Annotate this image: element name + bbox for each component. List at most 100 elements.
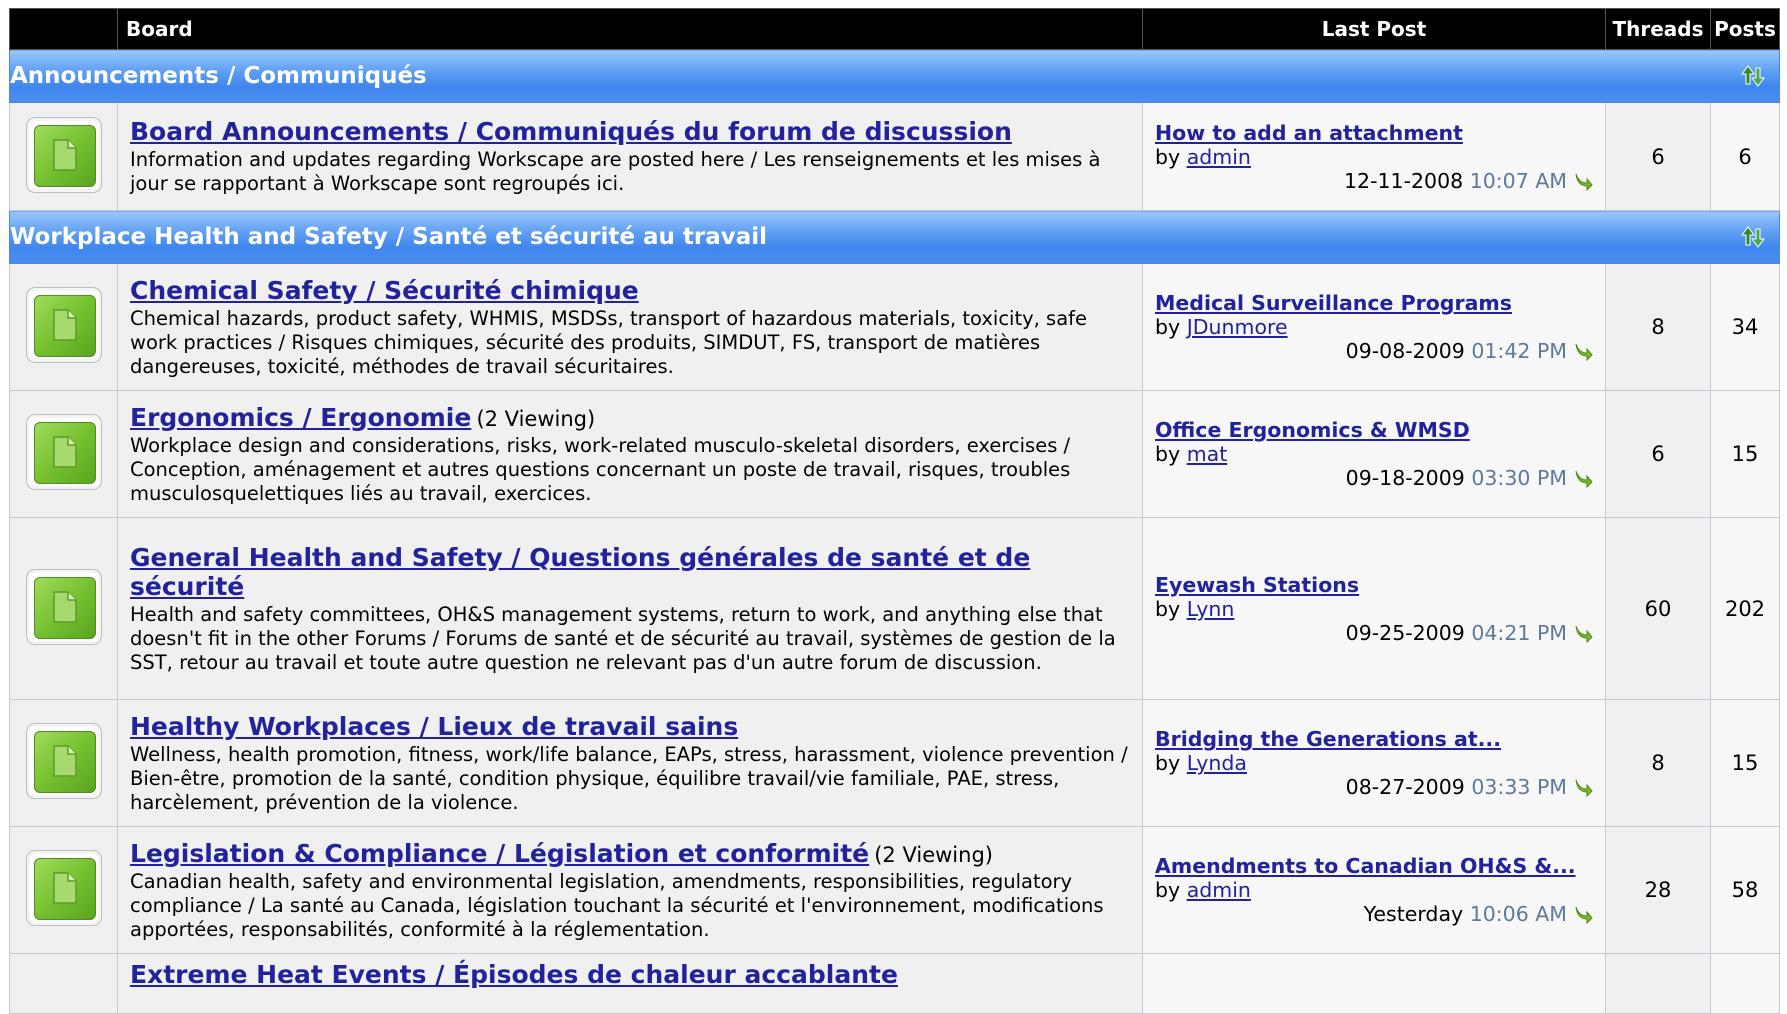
board-title-link[interactable]: Legislation & Compliance / Législation e…	[130, 839, 869, 868]
header-row: Board Last Post Threads Posts	[9, 8, 1780, 50]
category-title[interactable]: Announcements / Communiqués	[10, 63, 427, 89]
viewing-count: (2 Viewing)	[874, 842, 993, 867]
go-to-last-post-icon[interactable]	[1573, 171, 1593, 191]
last-post-cell: Medical Surveillance Programs by JDunmor…	[1142, 263, 1606, 391]
last-post-title-link[interactable]: Medical Surveillance Programs	[1155, 291, 1593, 315]
collapse-icon[interactable]	[1739, 62, 1767, 90]
header-threads: Threads	[1605, 8, 1711, 50]
last-post-by: by Lynn	[1155, 597, 1593, 621]
last-post-title-link[interactable]: How to add an attachment	[1155, 121, 1593, 145]
posts-count: 202	[1710, 517, 1780, 700]
board-status-icon	[25, 723, 102, 799]
board-title-link[interactable]: Board Announcements / Communiqués du for…	[130, 117, 1012, 146]
go-to-last-post-icon[interactable]	[1573, 468, 1593, 488]
last-post-cell: Bridging the Generations at... by Lynda …	[1142, 699, 1606, 827]
posts-count: 58	[1710, 826, 1780, 954]
go-to-last-post-icon[interactable]	[1573, 623, 1593, 643]
forum-table: Board Last Post Threads Posts Announceme…	[9, 8, 1780, 1014]
by-label: by	[1155, 144, 1181, 169]
board-description: Canadian health, safety and environmenta…	[130, 869, 1104, 941]
last-post-time: 04:21 PM	[1471, 620, 1567, 645]
header-icon-col	[9, 8, 118, 50]
board-info: Healthy Workplaces / Lieux de travail sa…	[117, 699, 1143, 827]
go-to-last-post-icon[interactable]	[1573, 341, 1593, 361]
board-info: General Health and Safety / Questions gé…	[117, 517, 1143, 700]
last-post-time: 10:07 AM	[1469, 168, 1567, 193]
last-post-time: 10:06 AM	[1469, 902, 1567, 926]
board-status-icon	[25, 116, 102, 193]
forum-frame: Board Last Post Threads Posts Announceme…	[9, 8, 1780, 1014]
threads-count: 8	[1605, 699, 1711, 827]
board-info: Extreme Heat Events / Épisodes de chaleu…	[117, 953, 1143, 1014]
go-to-last-post-icon[interactable]	[1573, 904, 1593, 924]
board-row: Healthy Workplaces / Lieux de travail sa…	[9, 699, 1780, 827]
board-title-link[interactable]: General Health and Safety / Questions gé…	[130, 543, 1030, 601]
last-post-by: by Lynda	[1155, 751, 1593, 775]
board-row: Extreme Heat Events / Épisodes de chaleu…	[9, 953, 1780, 1014]
last-post-cell: Amendments to Canadian OH&S &... by admi…	[1142, 826, 1606, 954]
board-info: Legislation & Compliance / Législation e…	[117, 826, 1143, 954]
last-post-user-link[interactable]: Lynda	[1187, 751, 1247, 775]
threads-count: 8	[1605, 263, 1711, 391]
last-post-date: 12-11-2008 10:07 AM	[1155, 169, 1593, 193]
category-row: Announcements / Communiqués	[9, 49, 1780, 103]
last-post-date: 09-08-2009 01:42 PM	[1155, 339, 1593, 363]
last-post-title-link[interactable]: Bridging the Generations at...	[1155, 727, 1593, 751]
go-to-last-post-icon[interactable]	[1573, 777, 1593, 797]
last-post-user-link[interactable]: admin	[1187, 145, 1251, 169]
last-post-date-text: 09-18-2009	[1345, 466, 1465, 490]
board-status-cell	[9, 263, 118, 391]
last-post-date-text: 12-11-2008	[1344, 168, 1464, 193]
posts-count	[1710, 953, 1780, 1014]
posts-count: 15	[1710, 699, 1780, 827]
last-post-user-link[interactable]: mat	[1187, 442, 1228, 466]
last-post-cell: Office Ergonomics & WMSD by mat 09-18-20…	[1142, 390, 1606, 518]
threads-count: 60	[1605, 517, 1711, 700]
threads-count: 28	[1605, 826, 1711, 954]
threads-count	[1605, 953, 1711, 1014]
last-post-user-link[interactable]: Lynn	[1187, 597, 1235, 621]
board-title-link[interactable]: Ergonomics / Ergonomie	[130, 403, 471, 432]
posts-count: 15	[1710, 390, 1780, 518]
last-post-time: 03:30 PM	[1471, 466, 1567, 490]
board-status-icon	[25, 568, 102, 645]
board-row: Chemical Safety / Sécurité chimique Chem…	[9, 263, 1780, 391]
last-post-title-link[interactable]: Office Ergonomics & WMSD	[1155, 418, 1593, 442]
posts-count: 6	[1710, 102, 1780, 211]
last-post-date-text: Yesterday	[1363, 902, 1464, 926]
by-label: by	[1155, 442, 1181, 466]
header-posts: Posts	[1710, 8, 1780, 50]
board-status-icon	[25, 287, 102, 363]
board-title-link[interactable]: Chemical Safety / Sécurité chimique	[130, 276, 639, 305]
board-row: General Health and Safety / Questions gé…	[9, 517, 1780, 700]
board-description: Information and updates regarding Worksc…	[130, 148, 1101, 195]
last-post-time: 01:42 PM	[1471, 339, 1567, 363]
last-post-title-link[interactable]: Eyewash Stations	[1155, 573, 1593, 597]
viewing-count: (2 Viewing)	[476, 406, 596, 431]
collapse-icon[interactable]	[1739, 223, 1767, 251]
board-status-cell	[9, 390, 118, 518]
last-post-date: 09-18-2009 03:30 PM	[1155, 466, 1593, 490]
board-row: Ergonomics / Ergonomie (2 Viewing) Workp…	[9, 390, 1780, 518]
board-info: Chemical Safety / Sécurité chimique Chem…	[117, 263, 1143, 391]
last-post-by: by admin	[1155, 145, 1593, 169]
board-title-link[interactable]: Healthy Workplaces / Lieux de travail sa…	[130, 712, 738, 741]
header-last-post: Last Post	[1142, 8, 1606, 50]
last-post-user-link[interactable]: admin	[1187, 878, 1251, 902]
last-post-date-text: 09-25-2009	[1345, 620, 1465, 645]
board-description: Workplace design and considerations, ris…	[130, 433, 1071, 505]
last-post-title-link[interactable]: Amendments to Canadian OH&S &...	[1155, 854, 1593, 878]
board-description: Wellness, health promotion, fitness, wor…	[130, 742, 1128, 814]
by-label: by	[1155, 315, 1181, 339]
threads-count: 6	[1605, 390, 1711, 518]
board-status-cell	[9, 102, 118, 211]
board-description: Chemical hazards, product safety, WHMIS,…	[130, 306, 1088, 378]
last-post-time: 03:33 PM	[1471, 775, 1567, 799]
category-title[interactable]: Workplace Health and Safety / Santé et s…	[10, 224, 767, 250]
board-title-link[interactable]: Extreme Heat Events / Épisodes de chaleu…	[130, 960, 898, 989]
category-header: Workplace Health and Safety / Santé et s…	[9, 210, 1780, 264]
board-status-cell	[9, 517, 118, 700]
board-status-icon	[25, 850, 102, 926]
last-post-user-link[interactable]: JDunmore	[1187, 315, 1288, 339]
last-post-date-text: 08-27-2009	[1345, 775, 1465, 799]
